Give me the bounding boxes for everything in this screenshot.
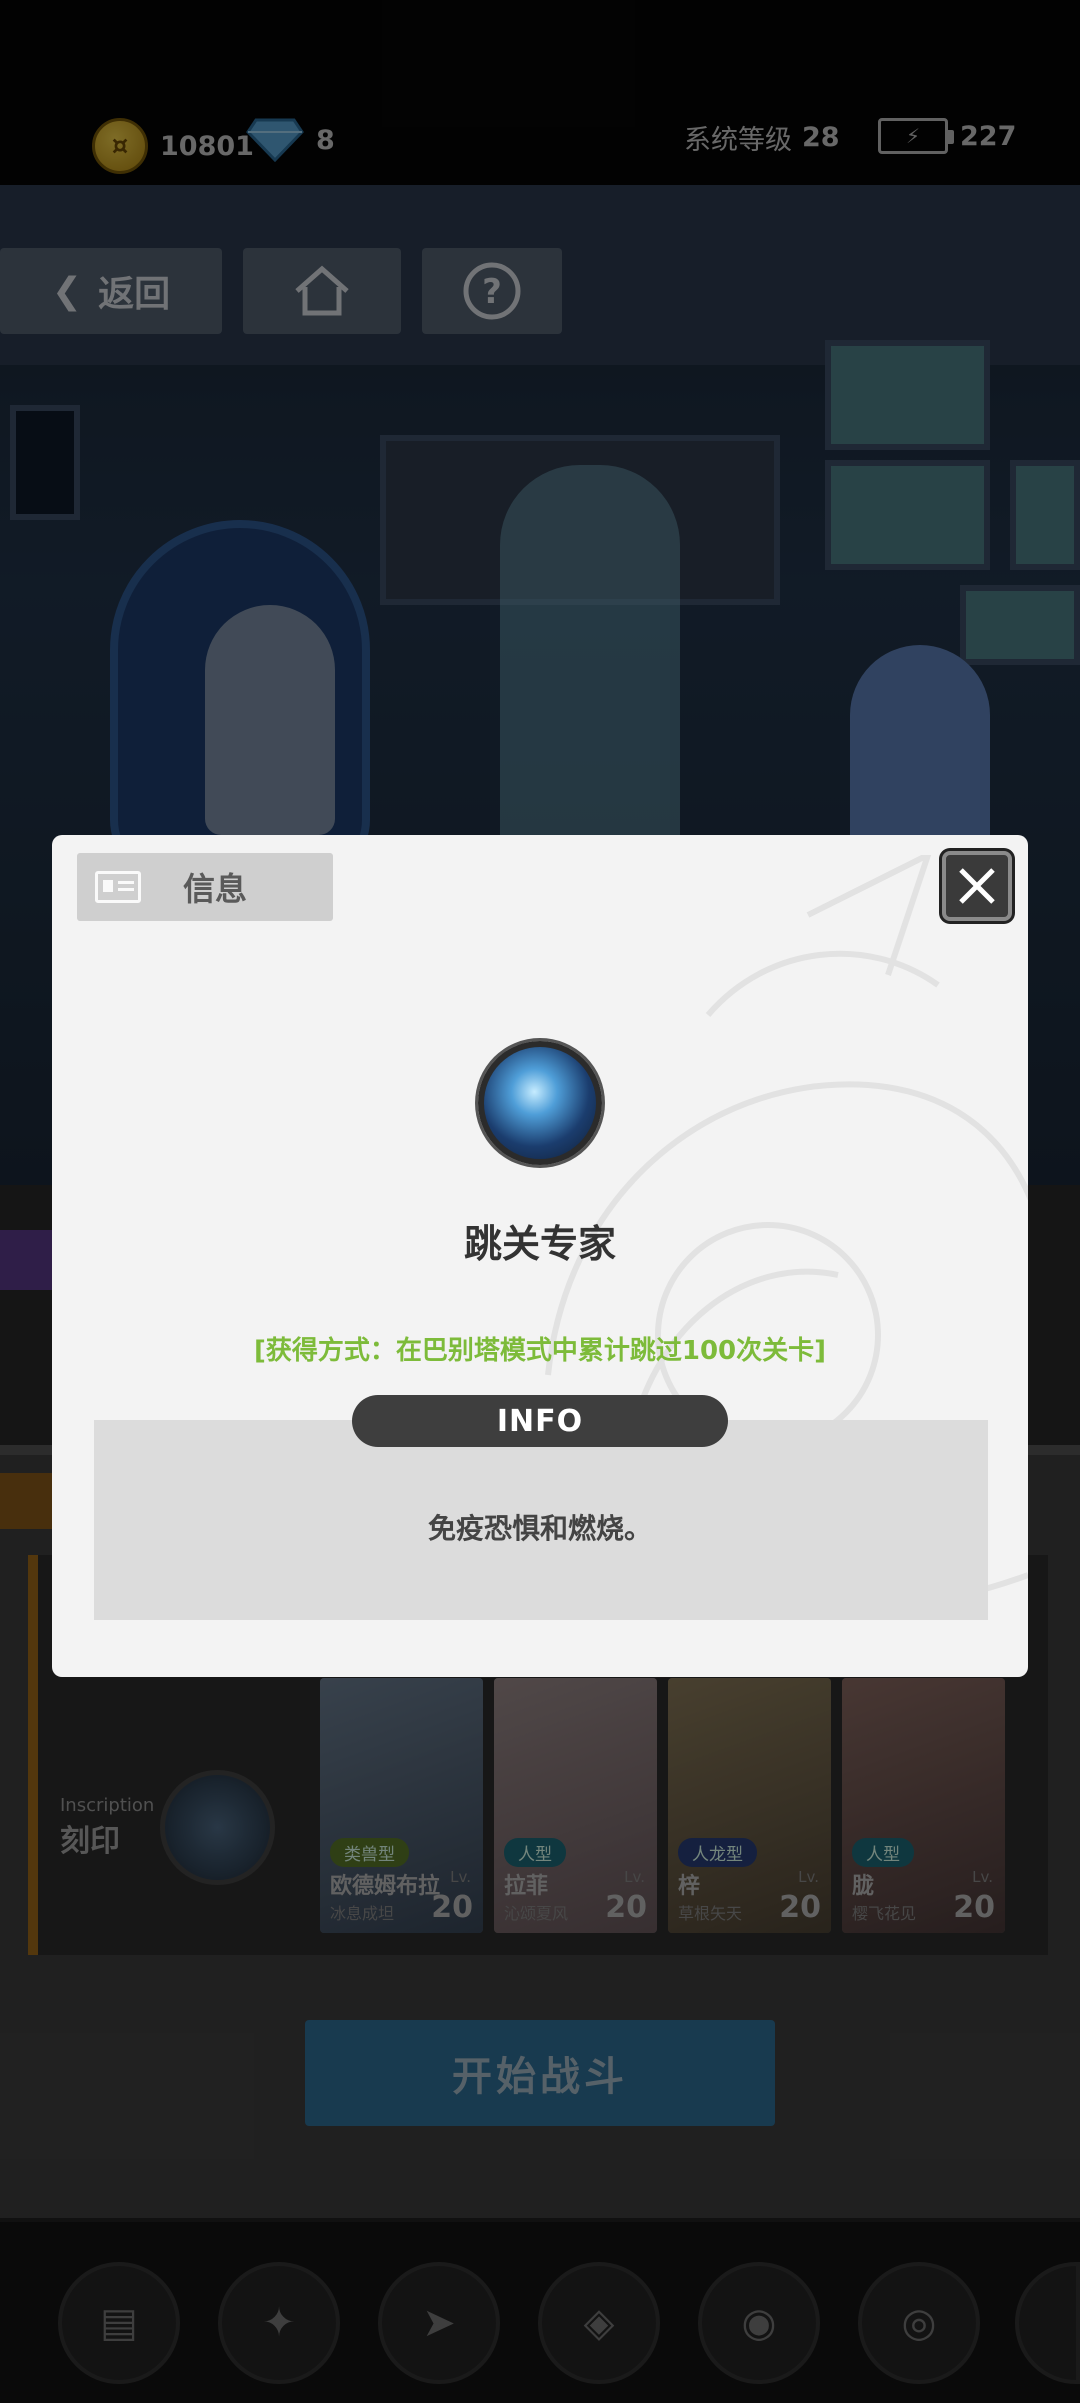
close-button[interactable]: [942, 851, 1012, 921]
info-tag: 信息: [77, 853, 333, 921]
info-tag-label: 信息: [183, 870, 248, 908]
info-dialog: 信息 跳关专家 [获得方式：在巴别塔模式中累计跳过100次关卡] INFO 免疫…: [52, 835, 1028, 1677]
dialog-title: 跳关专家: [463, 1222, 616, 1266]
close-icon: [959, 868, 995, 904]
inscription-badge-icon: [478, 1041, 602, 1165]
obtain-method-text: [获得方式：在巴别塔模式中累计跳过100次关卡]: [253, 1336, 827, 1366]
info-header: INFO: [352, 1395, 728, 1447]
id-card-icon: [95, 871, 141, 903]
effect-description: 免疫恐惧和燃烧。: [427, 1512, 652, 1545]
